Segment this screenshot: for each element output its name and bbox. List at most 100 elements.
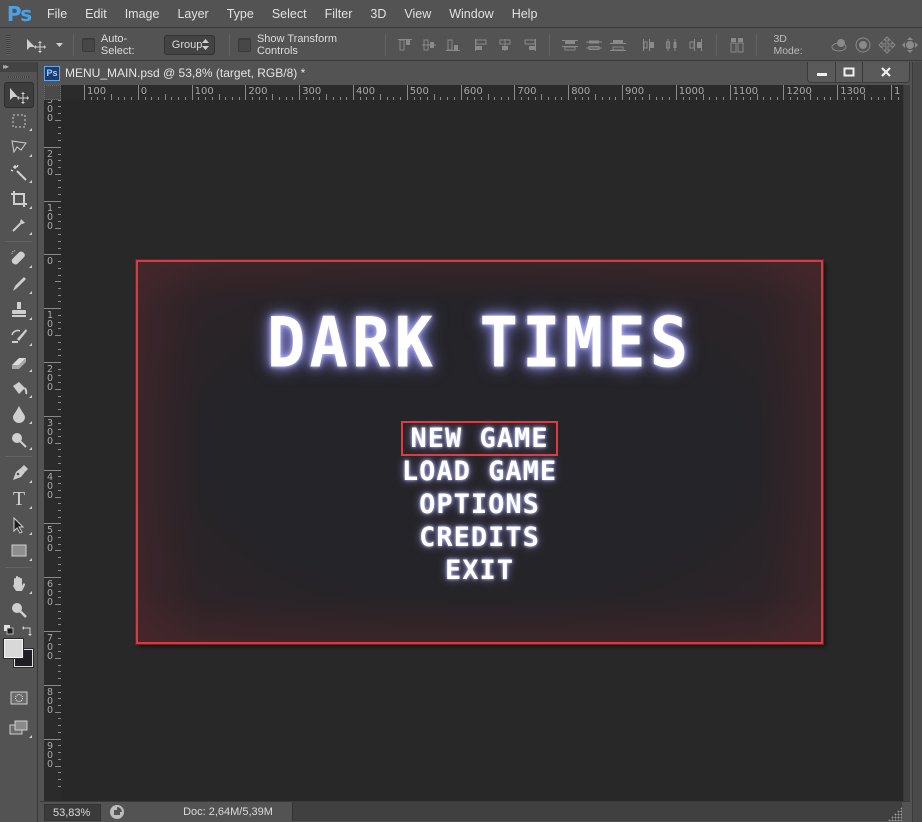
align-right-edges-icon[interactable] [520, 35, 538, 55]
zoom-level-field[interactable]: 53,83% [44, 803, 101, 821]
divider [384, 33, 386, 56]
distribute-vertical-centers-icon[interactable] [585, 35, 603, 55]
magnifier-icon [12, 603, 27, 618]
default-colors-icon[interactable] [4, 625, 14, 635]
options-bar-grip[interactable] [6, 34, 12, 55]
ruler-major-tick [353, 85, 354, 100]
3d-drag-icon[interactable] [877, 34, 896, 56]
3d-slide-icon[interactable] [901, 34, 920, 56]
spot-healing-brush-tool[interactable] [4, 245, 34, 271]
game-menu-new-game[interactable]: NEW GAME [138, 421, 821, 456]
menu-file[interactable]: File [38, 0, 76, 28]
show-transform-controls-checkbox[interactable] [238, 37, 251, 52]
droplet-icon [13, 406, 25, 423]
align-vertical-centers-icon[interactable] [420, 35, 438, 55]
distribute-top-icon[interactable] [561, 35, 579, 55]
tools-panel-grip[interactable] [8, 76, 29, 78]
quick-mask-icon [10, 691, 28, 705]
menu-edit[interactable]: Edit [76, 0, 116, 28]
resize-grip[interactable] [888, 807, 902, 821]
history-brush-icon [11, 329, 27, 343]
pen-tool[interactable] [4, 460, 34, 486]
rectangular-marquee-tool[interactable] [4, 108, 34, 134]
game-menu-credits[interactable]: CREDITS [138, 521, 821, 554]
document-tab[interactable]: Ps MENU_MAIN.psd @ 53,8% (target, RGB/8)… [40, 62, 910, 84]
3d-rotate-icon[interactable] [830, 34, 850, 56]
type-icon: T [12, 488, 26, 510]
ruler-origin[interactable] [44, 85, 61, 100]
horizontal-scrollbar[interactable] [292, 802, 902, 821]
menu-layer[interactable]: Layer [168, 0, 217, 28]
menu-image[interactable]: Image [116, 0, 169, 28]
distribute-bottom-icon[interactable] [609, 35, 627, 55]
zoom-tool[interactable] [4, 597, 34, 623]
divider [5, 456, 32, 457]
menu-view[interactable]: View [395, 0, 440, 28]
move-tool[interactable] [4, 82, 34, 108]
status-info-button[interactable] [108, 804, 126, 820]
menu-3d[interactable]: 3D [361, 0, 395, 28]
rectangle-tool[interactable] [4, 538, 34, 564]
screen-mode-button[interactable] [4, 715, 34, 741]
game-menu-options[interactable]: OPTIONS [138, 488, 821, 521]
auto-select-target-dropdown[interactable]: Group [163, 34, 216, 55]
minimize-button[interactable] [808, 62, 836, 82]
brush-tool[interactable] [4, 271, 34, 297]
hand-tool[interactable] [4, 571, 34, 597]
auto-select-checkbox[interactable] [82, 37, 95, 52]
eyedropper-tool[interactable] [4, 212, 34, 238]
menu-filter[interactable]: Filter [316, 0, 362, 28]
menu-window[interactable]: Window [440, 0, 502, 28]
ruler-major-tick [84, 85, 85, 100]
game-menu-load-game[interactable]: LOAD GAME [138, 455, 821, 488]
ruler-label: 500 [409, 86, 429, 97]
align-top-edges-icon[interactable] [397, 35, 415, 55]
type-tool[interactable]: T [4, 486, 34, 512]
menu-help[interactable]: Help [503, 0, 547, 28]
distribute-horizontal-centers-icon[interactable] [664, 35, 682, 55]
options-bar: Auto-Select: Group Show Transform Contro… [0, 29, 922, 61]
menu-type[interactable]: Type [218, 0, 263, 28]
artboard-menu-main[interactable]: DARK TIMES NEW GAME LOAD GAME OPTIONS CR… [136, 260, 823, 644]
align-bottom-edges-icon[interactable] [444, 35, 462, 55]
dodge-tool[interactable] [4, 427, 34, 453]
horizontal-ruler[interactable]: 100 0 100 200 300 400 500 600 700 800 900 1000 1100 1… [61, 85, 903, 100]
clone-stamp-tool[interactable] [4, 297, 34, 323]
eraser-tool[interactable] [4, 349, 34, 375]
pen-icon [13, 465, 28, 480]
distribute-right-icon[interactable] [687, 35, 705, 55]
ruler-major-tick [568, 85, 570, 100]
close-button[interactable] [863, 62, 909, 82]
vertical-ruler[interactable]: 300 200 100 0 100 200 300 400 500 600 700 800 900 [44, 100, 61, 802]
game-menu-label: EXIT [444, 555, 515, 586]
tools-panel-collapse-button[interactable]: ▸▸ [0, 62, 37, 72]
foreground-color-swatch[interactable] [4, 639, 23, 658]
distribute-left-icon[interactable] [640, 35, 658, 55]
paint-bucket-tool[interactable] [4, 375, 34, 401]
tool-preset-picker[interactable] [25, 37, 65, 53]
divider [756, 33, 758, 56]
ruler-label: 300 [46, 100, 54, 124]
menu-select[interactable]: Select [263, 0, 316, 28]
align-left-edges-icon[interactable] [473, 35, 491, 55]
quick-mask-button[interactable] [4, 685, 34, 711]
game-menu-label: OPTIONS [419, 489, 540, 520]
blur-tool[interactable] [4, 401, 34, 427]
canvas-area[interactable]: DARK TIMES NEW GAME LOAD GAME OPTIONS CR… [61, 100, 903, 802]
auto-align-layers-icon[interactable] [728, 35, 746, 55]
game-menu-exit[interactable]: EXIT [138, 554, 821, 587]
restore-button[interactable] [836, 62, 863, 82]
align-horizontal-centers-icon[interactable] [496, 35, 514, 55]
history-brush-tool[interactable] [4, 323, 34, 349]
ruler-major-tick [245, 85, 247, 100]
swap-colors-icon[interactable] [22, 625, 33, 636]
ruler-major-tick [44, 577, 61, 579]
path-selection-tool[interactable] [4, 512, 34, 538]
magic-wand-tool[interactable] [4, 160, 34, 186]
crop-tool[interactable] [4, 186, 34, 212]
ruler-major-tick [44, 738, 61, 740]
3d-roll-icon[interactable] [854, 34, 873, 56]
polygonal-lasso-tool[interactable] [4, 134, 34, 160]
vertical-scrollbar[interactable] [903, 85, 910, 802]
ruler-major-tick [44, 308, 61, 310]
